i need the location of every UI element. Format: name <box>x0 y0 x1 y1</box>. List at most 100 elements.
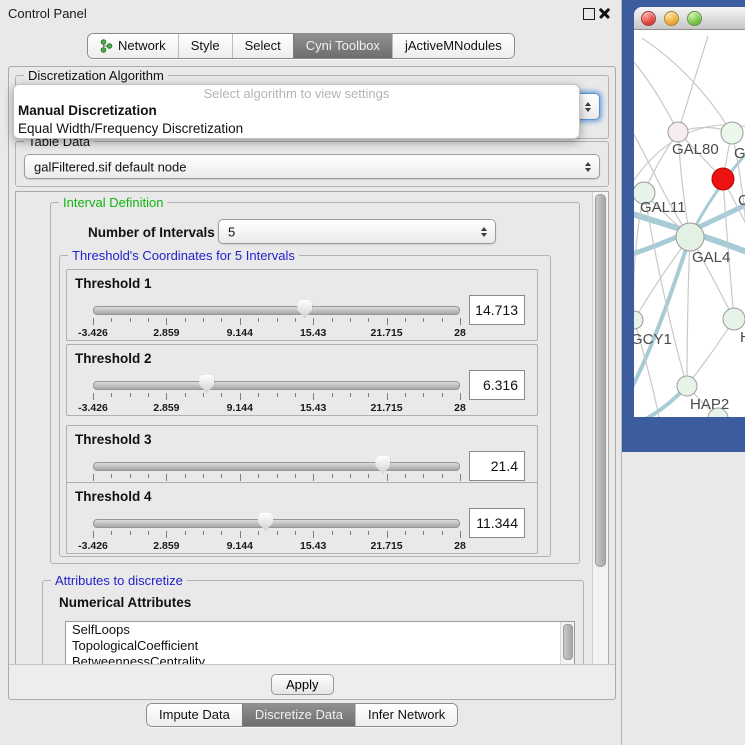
slider-ticks <box>93 474 460 482</box>
algorithm-dropdown-popup: Select algorithm to view settings Manual… <box>13 84 580 139</box>
right-panel: GAL80GACGAL11GAL4GCY1HHAP2 Table Panel ⚙… <box>622 0 745 745</box>
scrollbar-thumb[interactable] <box>563 624 573 660</box>
list-item[interactable]: TopologicalCoefficient <box>66 638 574 654</box>
network-canvas-svg: GAL80GACGAL11GAL4GCY1HHAP2 <box>634 30 745 417</box>
network-view-frame: GAL80GACGAL11GAL4GCY1HHAP2 <box>622 0 745 452</box>
dropdown-option-manual[interactable]: Manual Discretization <box>14 102 579 120</box>
combobox-value: 5 <box>228 224 235 239</box>
network-canvas[interactable]: GAL80GACGAL11GAL4GCY1HHAP2 <box>634 30 745 417</box>
slider-tick-labels: -3.4262.8599.14415.4321.71528 <box>93 402 460 414</box>
threshold-label: Threshold 1 <box>75 276 152 291</box>
network-node[interactable] <box>712 168 734 190</box>
close-icon[interactable] <box>599 7 611 19</box>
threshold-4-box: Threshold 4 -3.4262.8599.14415.4321.7152… <box>66 482 538 554</box>
network-node[interactable] <box>634 311 643 329</box>
slider-tick-labels: -3.4262.8599.14415.4321.71528 <box>93 327 460 339</box>
threshold-1-slider[interactable]: -3.4262.8599.14415.4321.71528 <box>93 298 460 338</box>
cyni-toolbox-pane: Discretization Algorithm Select algorith… <box>8 66 616 700</box>
network-edge[interactable] <box>687 237 690 386</box>
network-node-label: GAL4 <box>692 249 730 266</box>
network-window-titlebar[interactable] <box>634 7 745 30</box>
num-intervals-combobox[interactable]: 5 <box>218 219 496 244</box>
group-legend: Threshold's Coordinates for 5 Intervals <box>68 248 299 263</box>
threshold-label: Threshold 3 <box>75 432 152 447</box>
network-node-label: GCY1 <box>634 331 672 348</box>
tab-impute-data[interactable]: Impute Data <box>147 704 242 726</box>
tab-cyni-toolbox[interactable]: Cyni Toolbox <box>293 34 392 58</box>
threshold-value-field[interactable]: 6.316 <box>469 370 525 400</box>
network-node-label: GAL11 <box>640 199 686 216</box>
dropdown-option-equal-width[interactable]: Equal Width/Frequency Discretization <box>14 120 579 137</box>
tab-style[interactable]: Style <box>178 34 232 58</box>
minimize-window-icon[interactable] <box>664 11 679 26</box>
slider-thumb[interactable] <box>199 375 214 393</box>
network-edge[interactable] <box>678 36 708 132</box>
slider-track[interactable] <box>93 381 460 390</box>
threshold-2-box: Threshold 2 -3.4262.8599.14415.4321.7152… <box>66 344 538 416</box>
threshold-1-box: Threshold 1 -3.4262.8599.14415.4321.7152… <box>66 269 538 341</box>
network-node-label: C <box>738 192 745 209</box>
close-window-icon[interactable] <box>641 11 656 26</box>
slider-thumb[interactable] <box>297 300 312 318</box>
attributes-group: Attributes to discretize Numerical Attri… <box>42 580 584 666</box>
tab-network[interactable]: Network <box>88 34 178 58</box>
combobox-value: galFiltered.sif default node <box>34 159 186 174</box>
network-edge[interactable] <box>642 38 732 133</box>
list-scrollbar[interactable] <box>560 622 574 665</box>
list-item[interactable]: SelfLoops <box>66 622 574 638</box>
tab-label: Network <box>118 34 166 58</box>
network-node-label: GAL80 <box>672 141 719 158</box>
tab-jactivemnodules[interactable]: jActiveMNodules <box>392 34 514 58</box>
threshold-value-field[interactable]: 14.713 <box>469 295 525 325</box>
threshold-value-field[interactable]: 11.344 <box>469 508 525 538</box>
numerical-attributes-list[interactable]: SelfLoopsTopologicalCoefficientBetweenne… <box>65 621 575 666</box>
slider-track[interactable] <box>93 519 460 528</box>
combobox-arrows-icon <box>585 102 591 112</box>
tab-infer-network[interactable]: Infer Network <box>355 704 457 726</box>
slider-track[interactable] <box>93 462 460 471</box>
threshold-label: Threshold 2 <box>75 351 152 366</box>
dropdown-prompt: Select algorithm to view settings <box>14 85 579 102</box>
network-window: GAL80GACGAL11GAL4GCY1HHAP2 <box>634 7 745 417</box>
group-legend: Attributes to discretize <box>51 573 187 588</box>
slider-thumb[interactable] <box>258 513 273 531</box>
threshold-value-field[interactable]: 21.4 <box>469 451 525 481</box>
panel-title: Control Panel <box>8 6 87 21</box>
screen: Control Panel Network Style Select Cyni … <box>0 0 745 745</box>
network-edge[interactable] <box>634 56 678 132</box>
threshold-2-slider[interactable]: -3.4262.8599.14415.4321.71528 <box>93 373 460 413</box>
control-panel: Control Panel Network Style Select Cyni … <box>0 0 622 745</box>
network-node[interactable] <box>668 122 688 142</box>
apply-button[interactable]: Apply <box>271 674 334 695</box>
combobox-arrows-icon <box>481 227 487 237</box>
network-node[interactable] <box>723 308 745 330</box>
combobox-arrows-icon <box>585 162 591 172</box>
group-legend: Discretization Algorithm <box>24 68 168 83</box>
network-node[interactable] <box>677 376 697 396</box>
network-node[interactable] <box>721 122 743 144</box>
zoom-window-icon[interactable] <box>687 11 702 26</box>
tab-discretize-data[interactable]: Discretize Data <box>242 704 355 726</box>
num-intervals-label: Number of Intervals <box>88 225 215 240</box>
slider-ticks <box>93 393 460 401</box>
float-window-icon[interactable] <box>583 8 595 20</box>
cyni-mode-tabs: Impute Data Discretize Data Infer Networ… <box>146 703 458 727</box>
settings-scroll-panel: Interval Definition Number of Intervals … <box>15 191 609 666</box>
table-data-combobox[interactable]: galFiltered.sif default node <box>24 154 600 179</box>
control-panel-tabs: Network Style Select Cyni Toolbox jActiv… <box>87 33 515 59</box>
network-node[interactable] <box>676 223 704 251</box>
numerical-attributes-label: Numerical Attributes <box>59 595 191 610</box>
network-edge[interactable] <box>687 319 734 386</box>
slider-thumb[interactable] <box>375 456 390 474</box>
group-legend: Interval Definition <box>59 195 167 210</box>
network-tree-icon <box>100 39 113 53</box>
slider-track[interactable] <box>93 306 460 315</box>
threshold-4-slider[interactable]: -3.4262.8599.14415.4321.71528 <box>93 511 460 551</box>
threshold-label: Threshold 4 <box>75 489 152 504</box>
panel-scrollbar[interactable] <box>592 192 608 665</box>
tab-select[interactable]: Select <box>232 34 293 58</box>
slider-ticks <box>93 318 460 326</box>
network-node-label: GA <box>734 145 745 162</box>
thresholds-group: Threshold's Coordinates for 5 Intervals … <box>59 255 551 557</box>
scrollbar-thumb[interactable] <box>595 194 606 567</box>
